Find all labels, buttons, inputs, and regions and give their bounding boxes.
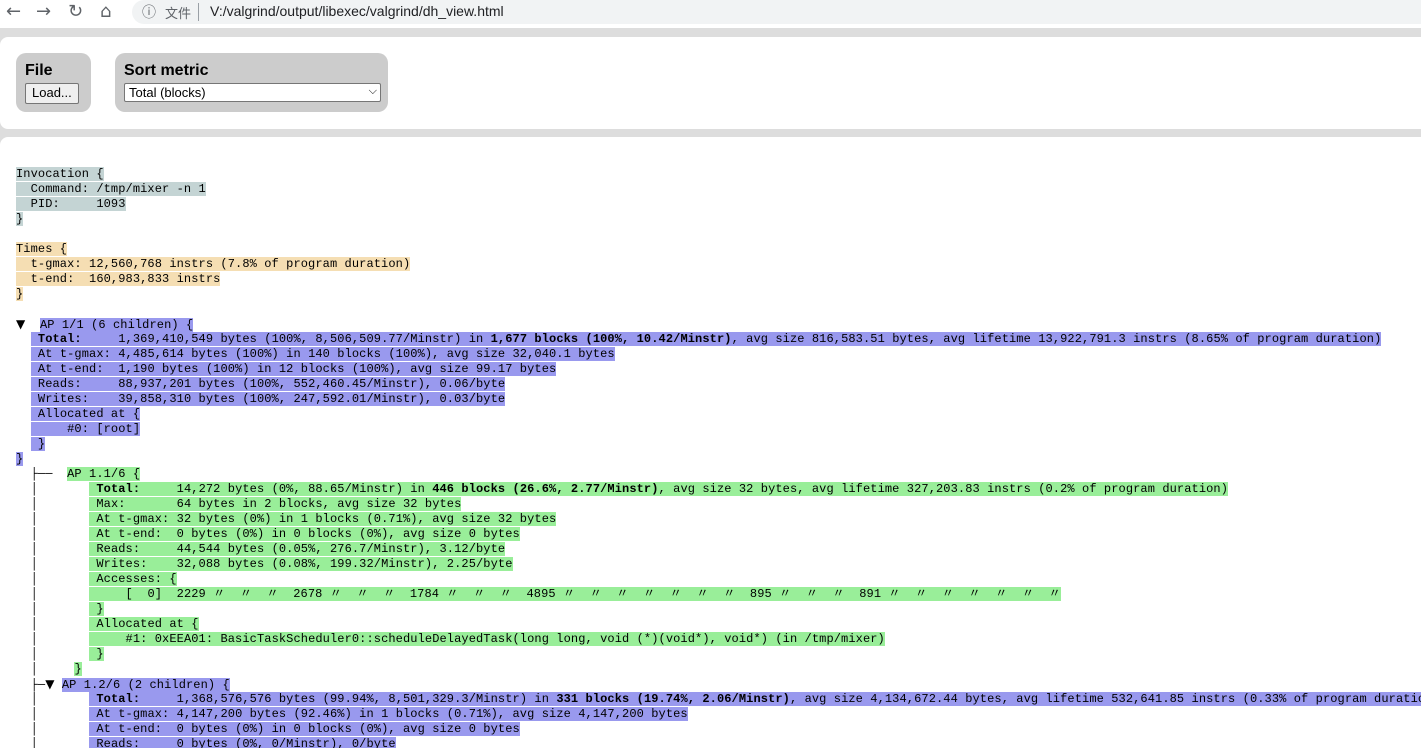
main-output: Invocation { Command: /tmp/mixer -n 1 PI… [0,137,1421,748]
home-icon[interactable]: ⌂ [100,1,111,23]
ap-1-line: #0: [root] [16,422,1421,437]
ap-1-1-line: │ } [30,647,104,661]
url-text[interactable]: V:/valgrind/output/libexec/valgrind/dh_v… [210,3,504,19]
load-button[interactable]: Load... [25,83,79,104]
site-info-icon[interactable]: ⓘ [142,2,156,22]
ap-1-1-total: │ Total: 14,272 bytes (0%, 88.65/Minstr)… [30,482,1229,496]
invocation-line: Command: /tmp/mixer -n 1 [16,182,206,196]
ap-1-close: } [16,452,24,466]
expand-triangle-icon[interactable]: ▼ [45,677,54,691]
ap-1-2-line: │ At t-gmax: 4,147,200 bytes (92.46%) in… [30,707,688,721]
back-icon[interactable]: ← [6,1,21,23]
sort-panel: Sort metric Total (blocks) ⌵ [115,53,388,112]
times-line: } [16,287,24,301]
reload-icon[interactable]: ↻ [68,1,83,23]
ap-1-line: } [16,437,1421,452]
forward-icon[interactable]: → [36,1,51,23]
times-line: t-gmax: 12,560,768 instrs (7.8% of progr… [16,257,411,271]
sort-title: Sort metric [124,62,209,79]
ap-1-1-line: │ At t-gmax: 32 bytes (0%) in 1 blocks (… [30,512,557,526]
browser-toolbar: ← → ↻ ⌂ ⓘ 文件 V:/valgrind/output/libexec/… [0,0,1421,28]
ap-1-1-line: │ Writes: 32,088 bytes (0.08%, 199.32/Mi… [30,557,513,571]
address-separator [198,3,199,21]
invocation-line: PID: 1093 [16,197,126,211]
ap-1-1-accesses: │ [ 0] 2229 〃 〃 〃 2678 〃 〃 〃 1784 〃 〃 〃 … [30,587,1061,601]
ap-1-2-line: │ At t-end: 0 bytes (0%) in 0 blocks (0%… [30,722,520,736]
expand-triangle-icon[interactable]: ▼ [16,317,25,331]
ap-1-line: At t-gmax: 4,485,614 bytes (100%) in 140… [16,347,1421,362]
protocol-label: 文件 [165,6,192,21]
ap-1-2-header[interactable]: ├─▼ AP 1.2/6 (2 children) { [16,677,1421,692]
ap-1-total: Total: 1,369,410,549 bytes (100%, 8,506,… [16,332,1421,347]
address-bar[interactable]: ⓘ 文件 V:/valgrind/output/libexec/valgrind… [132,0,1421,24]
ap-1-1-line: │ Reads: 44,544 bytes (0.05%, 276.7/Mins… [30,542,506,556]
ap-1-1-header: ├── AP 1.1/6 { [30,467,141,481]
heap-tree: Invocation { Command: /tmp/mixer -n 1 PI… [16,167,1421,748]
header: File Load... Sort metric Total (blocks) … [0,37,1421,129]
chevron-down-icon: ⌵ [368,85,377,97]
ap-1-1-line: │ #1: 0xEEA01: BasicTaskScheduler0::sche… [30,632,885,646]
ap-1-line: Writes: 39,858,310 bytes (100%, 247,592.… [16,392,1421,407]
times-line: t-end: 160,983,833 instrs [16,272,221,286]
ap-1-line: Allocated at { [16,407,1421,422]
ap-1-2-total: │ Total: 1,368,576,576 bytes (99.94%, 8,… [16,692,1421,707]
ap-1-2-line: │ Reads: 0 bytes (0%, 0/Minstr), 0/byte [16,737,1421,748]
ap-1-1-line: │ Max: 64 bytes in 2 blocks, avg size 32… [30,497,462,511]
ap-1-1-line: │ Allocated at { [30,617,199,631]
ap-1-line: At t-end: 1,190 bytes (100%) in 12 block… [16,362,1421,377]
file-panel: File Load... [16,53,91,112]
file-title: File [25,62,53,79]
sort-metric-select[interactable]: Total (blocks) ⌵ [124,83,381,102]
ap-1-1-line: │ } [30,602,104,616]
invocation-line: Invocation { [16,167,104,181]
sort-metric-selected: Total (blocks) [129,85,206,100]
ap-1-header[interactable]: ▼ AP 1/1 (6 children) { [16,317,1421,332]
invocation-line: } [16,212,24,226]
ap-1-1-line: │ At t-end: 0 bytes (0%) in 0 blocks (0%… [30,527,520,541]
ap-1-line: Reads: 88,937,201 bytes (100%, 552,460.4… [16,377,1421,392]
times-line: Times { [16,242,68,256]
page: File Load... Sort metric Total (blocks) … [0,28,1421,748]
ap-1-1-close: │ } [30,662,82,676]
ap-1-1-line: │ Accesses: { [30,572,177,586]
